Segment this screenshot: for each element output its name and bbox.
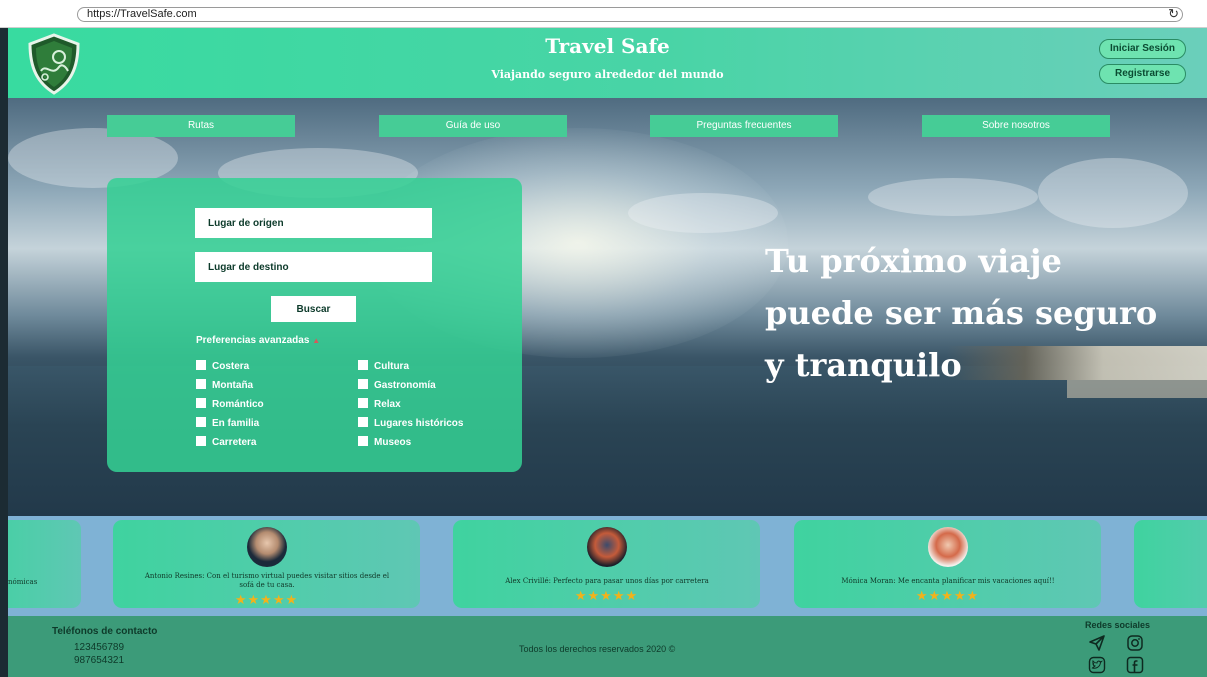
- pref-cultura[interactable]: Cultura: [358, 360, 409, 372]
- pref-en-familia[interactable]: En familia: [196, 417, 259, 429]
- cloud: [1038, 158, 1188, 228]
- checkbox[interactable]: [196, 417, 206, 427]
- review-text: Antonio Resines: Con el turismo virtual …: [144, 572, 390, 589]
- pref-label: Lugares históricos: [374, 418, 464, 429]
- review-card-partial: nómicas: [8, 520, 81, 608]
- phone-number: 123456789: [74, 642, 125, 653]
- pref-montana[interactable]: Montaña: [196, 379, 253, 391]
- hero-line: y tranquilo: [765, 346, 962, 384]
- review-card-partial: [1134, 520, 1207, 608]
- copyright: Todos los derechos reservados 2020 ©: [519, 644, 676, 654]
- review-text: nómicas: [8, 578, 38, 586]
- checkbox[interactable]: [358, 398, 368, 408]
- register-button[interactable]: Registrarse: [1099, 64, 1186, 84]
- site-header: Travel Safe Viajando seguro alrededor de…: [8, 28, 1207, 98]
- pref-museos[interactable]: Museos: [358, 436, 411, 448]
- checkbox[interactable]: [196, 360, 206, 370]
- pref-label: Gastronomía: [374, 380, 436, 391]
- pref-label: Museos: [374, 437, 412, 448]
- nav-preguntas-frecuentes[interactable]: Preguntas frecuentes: [650, 115, 838, 137]
- hero-tagline: Tu próximo viaje puede ser más seguro y …: [765, 235, 1185, 391]
- search-panel: Buscar Preferencias avanzadas ▲ Costera …: [107, 178, 522, 472]
- pref-lugares-historicos[interactable]: Lugares históricos: [358, 417, 463, 429]
- avatar: [247, 527, 287, 567]
- browser-bar: https://TravelSafe.com ↻: [0, 0, 1207, 28]
- reload-icon[interactable]: ↻: [1168, 6, 1179, 22]
- prefs-label: Preferencias avanzadas: [196, 335, 310, 346]
- review-card: Antonio Resines: Con el turismo virtual …: [113, 520, 420, 608]
- twitter-icon[interactable]: [1088, 656, 1106, 674]
- cloud: [628, 193, 778, 233]
- pref-label: Cultura: [374, 361, 409, 372]
- instagram-icon[interactable]: [1126, 634, 1144, 652]
- advanced-preferences-toggle[interactable]: Preferencias avanzadas ▲: [196, 335, 320, 346]
- login-button[interactable]: Iniciar Sesión: [1099, 39, 1186, 59]
- destination-input[interactable]: [195, 252, 432, 282]
- nav-guia-de-uso[interactable]: Guía de uso: [379, 115, 567, 137]
- telegram-icon[interactable]: [1088, 634, 1106, 652]
- pref-romantico[interactable]: Romántico: [196, 398, 264, 410]
- footer: Teléfonos de contacto 123456789 98765432…: [8, 616, 1207, 677]
- address-bar[interactable]: https://TravelSafe.com: [77, 7, 1183, 22]
- facebook-icon[interactable]: [1126, 656, 1144, 674]
- pref-label: Carretera: [212, 437, 257, 448]
- site-title: Travel Safe: [545, 34, 670, 58]
- origin-input[interactable]: [195, 208, 432, 238]
- hero-line: Tu próximo viaje: [765, 242, 1062, 280]
- reviews-carousel[interactable]: nómicas Antonio Resines: Con el turismo …: [8, 516, 1207, 616]
- cloud: [868, 178, 1038, 216]
- pref-costera[interactable]: Costera: [196, 360, 249, 372]
- pref-label: Relax: [374, 399, 401, 410]
- avatar: [928, 527, 968, 567]
- review-card: Mónica Moran: Me encanta planificar mis …: [794, 520, 1101, 608]
- pref-relax[interactable]: Relax: [358, 398, 401, 410]
- pref-label: Costera: [212, 361, 250, 372]
- pref-label: Romántico: [212, 399, 264, 410]
- caret-up-icon: ▲: [312, 336, 321, 345]
- star-rating: ★★★★★: [574, 588, 639, 603]
- star-rating: ★★★★★: [915, 588, 980, 603]
- review-text: Alex Crivillé: Perfecto para pasar unos …: [505, 577, 709, 585]
- pref-carretera[interactable]: Carretera: [196, 436, 256, 448]
- star-rating: ★★★★★: [234, 592, 299, 607]
- checkbox[interactable]: [358, 417, 368, 427]
- nav-sobre-nosotros[interactable]: Sobre nosotros: [922, 115, 1110, 137]
- avatar: [587, 527, 627, 567]
- checkbox[interactable]: [358, 436, 368, 446]
- hero-section: Rutas Guía de uso Preguntas frecuentes S…: [8, 98, 1207, 516]
- hero-line: puede ser más seguro: [765, 294, 1158, 332]
- checkbox[interactable]: [196, 398, 206, 408]
- phone-number: 987654321: [74, 655, 125, 666]
- pref-label: En familia: [212, 418, 260, 429]
- review-card: Alex Crivillé: Perfecto para pasar unos …: [453, 520, 760, 608]
- checkbox[interactable]: [358, 360, 368, 370]
- nav-rutas[interactable]: Rutas: [107, 115, 295, 137]
- pref-gastronomia[interactable]: Gastronomía: [358, 379, 436, 391]
- review-text: Mónica Moran: Me encanta planificar mis …: [841, 577, 1055, 585]
- checkbox[interactable]: [358, 379, 368, 389]
- pref-label: Montaña: [212, 380, 254, 391]
- site-subtitle: Viajando seguro alrededor del mundo: [491, 68, 724, 81]
- search-button[interactable]: Buscar: [271, 296, 356, 322]
- checkbox[interactable]: [196, 379, 206, 389]
- checkbox[interactable]: [196, 436, 206, 446]
- social-title: Redes sociales: [1085, 620, 1151, 630]
- contact-title: Teléfonos de contacto: [52, 626, 158, 637]
